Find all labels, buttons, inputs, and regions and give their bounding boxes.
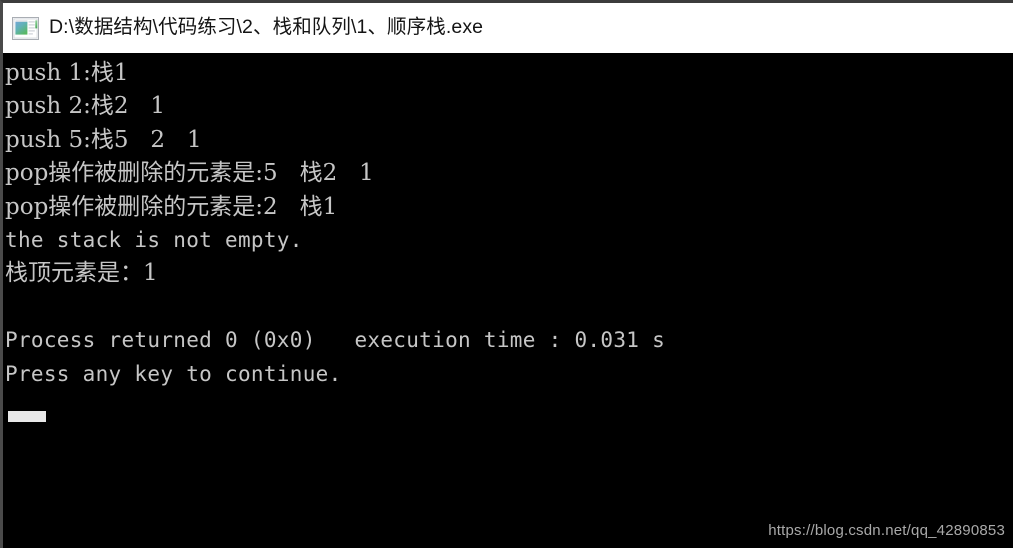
window-title: D:\数据结构\代码练习\2、栈和队列\1、顺序栈.exe xyxy=(49,16,484,39)
console-app-icon xyxy=(12,17,39,40)
console-line: the stack is not empty. xyxy=(5,227,303,252)
console-text: push 1:栈1 push 2:栈2 1 push 5:栈5 2 1 pop操作被删… xyxy=(5,57,665,391)
console-output-area[interactable]: push 1:栈1 push 2:栈2 1 push 5:栈5 2 1 pop操作被删… xyxy=(3,53,1013,548)
console-line: Press any key to continue. xyxy=(5,361,342,386)
console-line: pop操作被删除的元素是:2 栈1 xyxy=(5,193,338,220)
block-cursor xyxy=(8,411,46,422)
console-line: 栈顶元素是：1 xyxy=(5,260,158,287)
console-line: Process returned 0 (0x0) execution time … xyxy=(5,328,666,353)
console-window: D:\数据结构\代码练习\2、栈和队列\1、顺序栈.exe push 1:栈1 p… xyxy=(0,0,1013,548)
watermark: https://blog.csdn.net/qq_42890853 xyxy=(768,522,1005,539)
console-line: push 5:栈5 2 1 xyxy=(5,126,202,153)
console-line: push 1:栈1 xyxy=(5,60,129,86)
title-bar[interactable]: D:\数据结构\代码练习\2、栈和队列\1、顺序栈.exe xyxy=(3,3,1013,53)
console-line: pop操作被删除的元素是:5 栈2 1 xyxy=(5,160,374,187)
console-line: push 2:栈2 1 xyxy=(5,93,166,120)
